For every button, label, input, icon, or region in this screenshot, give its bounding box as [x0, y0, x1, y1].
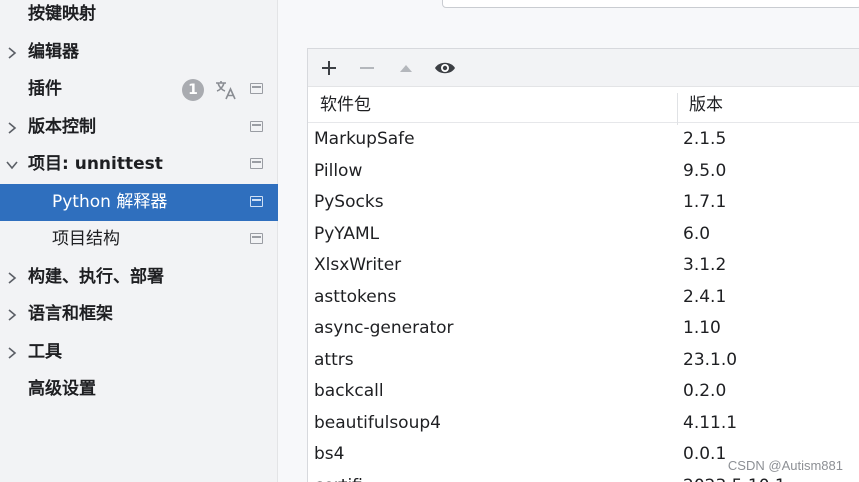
sidebar-item-advanced-settings[interactable]: 高级设置 [0, 371, 278, 408]
package-name: bs4 [314, 444, 345, 464]
table-row[interactable]: XlsxWriter 3.1.2 [308, 250, 859, 282]
column-header-version[interactable]: 版本 [689, 87, 723, 123]
chevron-right-icon[interactable] [5, 334, 19, 371]
sidebar-item-label: 项目结构 [52, 229, 120, 249]
settings-sidebar: 按键映射 编辑器 插件 1 版本控制 项目: unnittest Python … [0, 0, 278, 482]
package-name: certifi [314, 471, 363, 482]
package-name: attrs [314, 349, 354, 370]
table-row[interactable]: asttokens 2.4.1 [308, 282, 859, 314]
sidebar-item-label: 按键映射 [28, 4, 96, 24]
sidebar-item-plugins[interactable]: 插件 1 [0, 71, 278, 108]
column-header-package[interactable]: 软件包 [320, 87, 371, 123]
package-name: asttokens [314, 286, 397, 307]
sidebar-item-label: 语言和框架 [28, 304, 113, 324]
interpreter-select[interactable] [442, 0, 859, 8]
table-row[interactable]: Pillow 9.5.0 [308, 156, 859, 188]
packages-toolbar [308, 49, 859, 87]
translate-icon [214, 78, 238, 102]
add-icon[interactable] [316, 55, 342, 81]
sidebar-item-label: 工具 [28, 342, 62, 362]
chevron-right-icon[interactable] [5, 109, 19, 146]
package-name: PyYAML [314, 223, 380, 244]
sidebar-item-label: 项目: unnittest [28, 154, 163, 174]
project-scope-icon [250, 83, 263, 94]
sidebar-item-label: 编辑器 [28, 42, 79, 62]
package-version: 1.10 [683, 318, 721, 338]
table-row[interactable]: attrs 23.1.0 [308, 345, 859, 377]
sidebar-item-label: Python 解释器 [52, 192, 168, 212]
move-up-icon[interactable] [393, 55, 419, 81]
sidebar-item-label: 高级设置 [28, 379, 96, 399]
table-row[interactable]: PyYAML 6.0 [308, 219, 859, 251]
project-scope-icon [250, 196, 263, 207]
table-row[interactable]: beautifulsoup4 4.11.1 [308, 408, 859, 440]
settings-content: 软件包 版本 MarkupSafe 2.1.5 Pillow 9.5.0 PyS… [279, 0, 859, 482]
update-count-badge: 1 [182, 79, 204, 101]
package-name: PySocks [314, 192, 384, 212]
packages-panel: 软件包 版本 MarkupSafe 2.1.5 Pillow 9.5.0 PyS… [307, 48, 859, 482]
column-divider[interactable] [677, 93, 678, 125]
package-version: 0.2.0 [683, 381, 727, 401]
chevron-right-icon[interactable] [5, 259, 19, 296]
chevron-right-icon[interactable] [5, 296, 19, 333]
watermark: CSDN @Autism881 [727, 458, 843, 473]
project-scope-icon [250, 233, 263, 244]
chevron-right-icon[interactable] [5, 34, 19, 71]
package-version: 0.0.1 [683, 444, 727, 464]
project-scope-icon [250, 121, 263, 132]
sidebar-item-project[interactable]: 项目: unnittest [0, 146, 278, 183]
sidebar-item-python-interpreter[interactable]: Python 解释器 [0, 184, 278, 221]
sidebar-item-languages-frameworks[interactable]: 语言和框架 [0, 296, 278, 333]
sidebar-item-keymap[interactable]: 按键映射 [0, 0, 278, 33]
sidebar-item-label: 插件 [28, 79, 62, 99]
package-name: async-generator [314, 318, 454, 338]
sidebar-item-version-control[interactable]: 版本控制 [0, 109, 278, 146]
sidebar-item-editor[interactable]: 编辑器 [0, 34, 278, 71]
package-version: 1.7.1 [683, 192, 727, 212]
package-name: MarkupSafe [314, 129, 415, 149]
table-row[interactable]: async-generator 1.10 [308, 313, 859, 345]
package-name: beautifulsoup4 [314, 412, 441, 433]
project-scope-icon [250, 158, 263, 169]
sidebar-item-project-structure[interactable]: 项目结构 [0, 221, 278, 258]
packages-table-header: 软件包 版本 [308, 87, 859, 123]
table-row[interactable]: MarkupSafe 2.1.5 [308, 124, 859, 156]
package-version: 6.0 [683, 223, 711, 244]
package-version: 9.5.0 [683, 160, 727, 181]
package-version: 23.1.0 [683, 349, 738, 370]
table-row[interactable]: backcall 0.2.0 [308, 376, 859, 408]
chevron-down-icon[interactable] [5, 146, 19, 183]
sidebar-item-build-execution-deployment[interactable]: 构建、执行、部署 [0, 259, 278, 296]
package-version: 4.11.1 [683, 412, 738, 433]
remove-icon[interactable] [354, 55, 380, 81]
package-name: Pillow [314, 160, 363, 181]
package-version: 2.1.5 [683, 129, 727, 149]
sidebar-item-label: 构建、执行、部署 [28, 267, 164, 287]
package-name: XlsxWriter [314, 255, 402, 275]
sidebar-item-tools[interactable]: 工具 [0, 334, 278, 371]
sidebar-item-label: 版本控制 [28, 117, 96, 137]
table-row[interactable]: PySocks 1.7.1 [308, 187, 859, 219]
package-version: 3.1.2 [683, 255, 727, 275]
show-eye-icon[interactable] [432, 55, 458, 81]
package-name: backcall [314, 381, 384, 401]
package-version: 2.4.1 [683, 286, 727, 307]
